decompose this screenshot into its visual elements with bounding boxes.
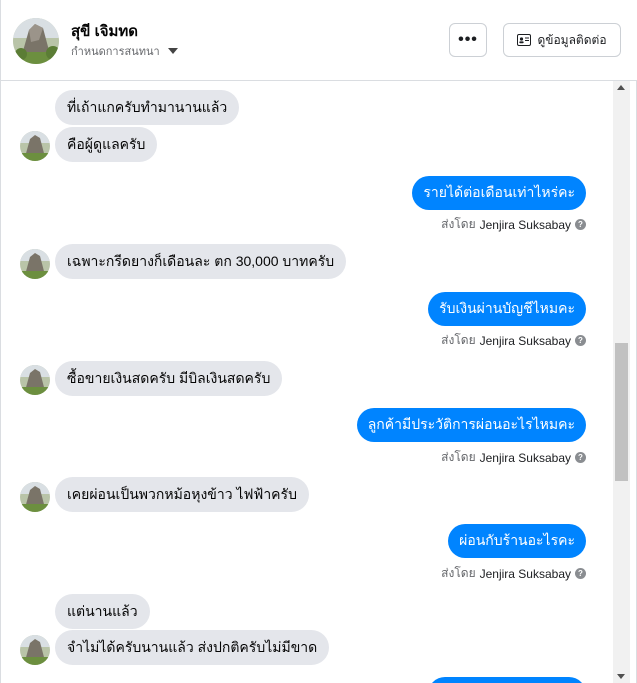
message-list[interactable]: ที่เถ้าแกครับทำมานานแล้ว คือผู้ดูแลครับ … bbox=[1, 81, 613, 683]
message-incoming[interactable]: เฉพาะกรีดยางก็เดือนละ ตก 30,000 บาทครับ bbox=[55, 244, 347, 279]
sent-by-label: ส่งโดย Jenjira Suksabay ? bbox=[441, 564, 586, 583]
message-incoming[interactable]: เคยผ่อนเป็นพวกหม้อหุงข้าว ไฟฟ้าครับ bbox=[55, 477, 309, 512]
view-contact-label: ดูข้อมูลติดต่อ bbox=[537, 32, 607, 47]
id-card-icon bbox=[517, 34, 532, 46]
sender-photo bbox=[20, 482, 50, 512]
message-outgoing[interactable]: ลูกค้ามีประวัติการผ่อนอะไรไหมคะ bbox=[356, 408, 586, 442]
sender-avatar[interactable] bbox=[20, 365, 50, 395]
avatar[interactable] bbox=[13, 18, 59, 64]
conversation-header: สุขี เจิมทด กำหนดการสนทนา ••• ดูข้อมูลติ… bbox=[1, 0, 637, 81]
sent-by-name: Jenjira Suksabay bbox=[479, 566, 571, 581]
message-incoming[interactable]: คือผู้ดูแลครับ bbox=[55, 127, 158, 162]
scroll-up-arrow-icon[interactable] bbox=[617, 85, 625, 90]
sender-avatar[interactable] bbox=[20, 249, 50, 279]
caret-down-icon bbox=[167, 48, 178, 54]
sender-photo bbox=[20, 131, 50, 161]
message-outgoing-partial[interactable] bbox=[428, 677, 586, 683]
sender-photo bbox=[20, 365, 50, 395]
message-incoming[interactable]: ที่เถ้าแกครับทำมานานแล้ว bbox=[55, 90, 240, 125]
scrollbar[interactable] bbox=[613, 81, 630, 683]
message-outgoing[interactable]: รับเงินผ่านบัญชีไหมคะ bbox=[428, 292, 586, 326]
message-incoming[interactable]: ซื้อขายเงินสดครับ มีบิลเงินสดครับ bbox=[55, 361, 283, 396]
sender-avatar[interactable] bbox=[20, 131, 50, 161]
sender-photo bbox=[20, 249, 50, 279]
message-incoming[interactable]: จำไม่ได้ครับนานแล้ว ส่งปกติครับไม่มีขาด bbox=[55, 630, 330, 665]
message-outgoing[interactable]: ผ่อนกับร้านอะไรคะ bbox=[448, 524, 586, 558]
help-icon[interactable]: ? bbox=[575, 335, 586, 346]
conversation-status-label: กำหนดการสนทนา bbox=[71, 46, 160, 58]
sent-by-name: Jenjira Suksabay bbox=[479, 333, 571, 348]
message-outgoing[interactable]: รายได้ต่อเดือนเท่าไหร่คะ bbox=[412, 176, 586, 210]
sent-by-label: ส่งโดย Jenjira Suksabay ? bbox=[441, 215, 586, 234]
contact-name[interactable]: สุขี เจิมทด bbox=[71, 19, 138, 43]
message-incoming[interactable]: แต่นานแล้ว bbox=[55, 594, 150, 629]
sent-by-label: ส่งโดย Jenjira Suksabay ? bbox=[441, 331, 586, 350]
help-icon[interactable]: ? bbox=[575, 219, 586, 230]
sent-by-name: Jenjira Suksabay bbox=[479, 217, 571, 232]
scroll-thumb[interactable] bbox=[615, 343, 628, 481]
sent-by-prefix: ส่งโดย bbox=[441, 450, 476, 464]
help-icon[interactable]: ? bbox=[575, 568, 586, 579]
sent-by-name: Jenjira Suksabay bbox=[479, 450, 571, 465]
sender-avatar[interactable] bbox=[20, 635, 50, 665]
chat-window: สุขี เจิมทด กำหนดการสนทนา ••• ดูข้อมูลติ… bbox=[0, 0, 637, 683]
sender-avatar[interactable] bbox=[20, 482, 50, 512]
profile-photo bbox=[13, 18, 59, 64]
sender-photo bbox=[20, 635, 50, 665]
more-icon: ••• bbox=[458, 31, 478, 48]
sent-by-prefix: ส่งโดย bbox=[441, 333, 476, 347]
sent-by-prefix: ส่งโดย bbox=[441, 217, 476, 231]
conversation-status-dropdown[interactable]: กำหนดการสนทนา bbox=[71, 42, 178, 60]
view-contact-button[interactable]: ดูข้อมูลติดต่อ bbox=[503, 23, 621, 57]
scroll-down-arrow-icon[interactable] bbox=[617, 674, 625, 679]
sent-by-prefix: ส่งโดย bbox=[441, 566, 476, 580]
sent-by-label: ส่งโดย Jenjira Suksabay ? bbox=[441, 448, 586, 467]
more-options-button[interactable]: ••• bbox=[449, 23, 487, 57]
help-icon[interactable]: ? bbox=[575, 452, 586, 463]
